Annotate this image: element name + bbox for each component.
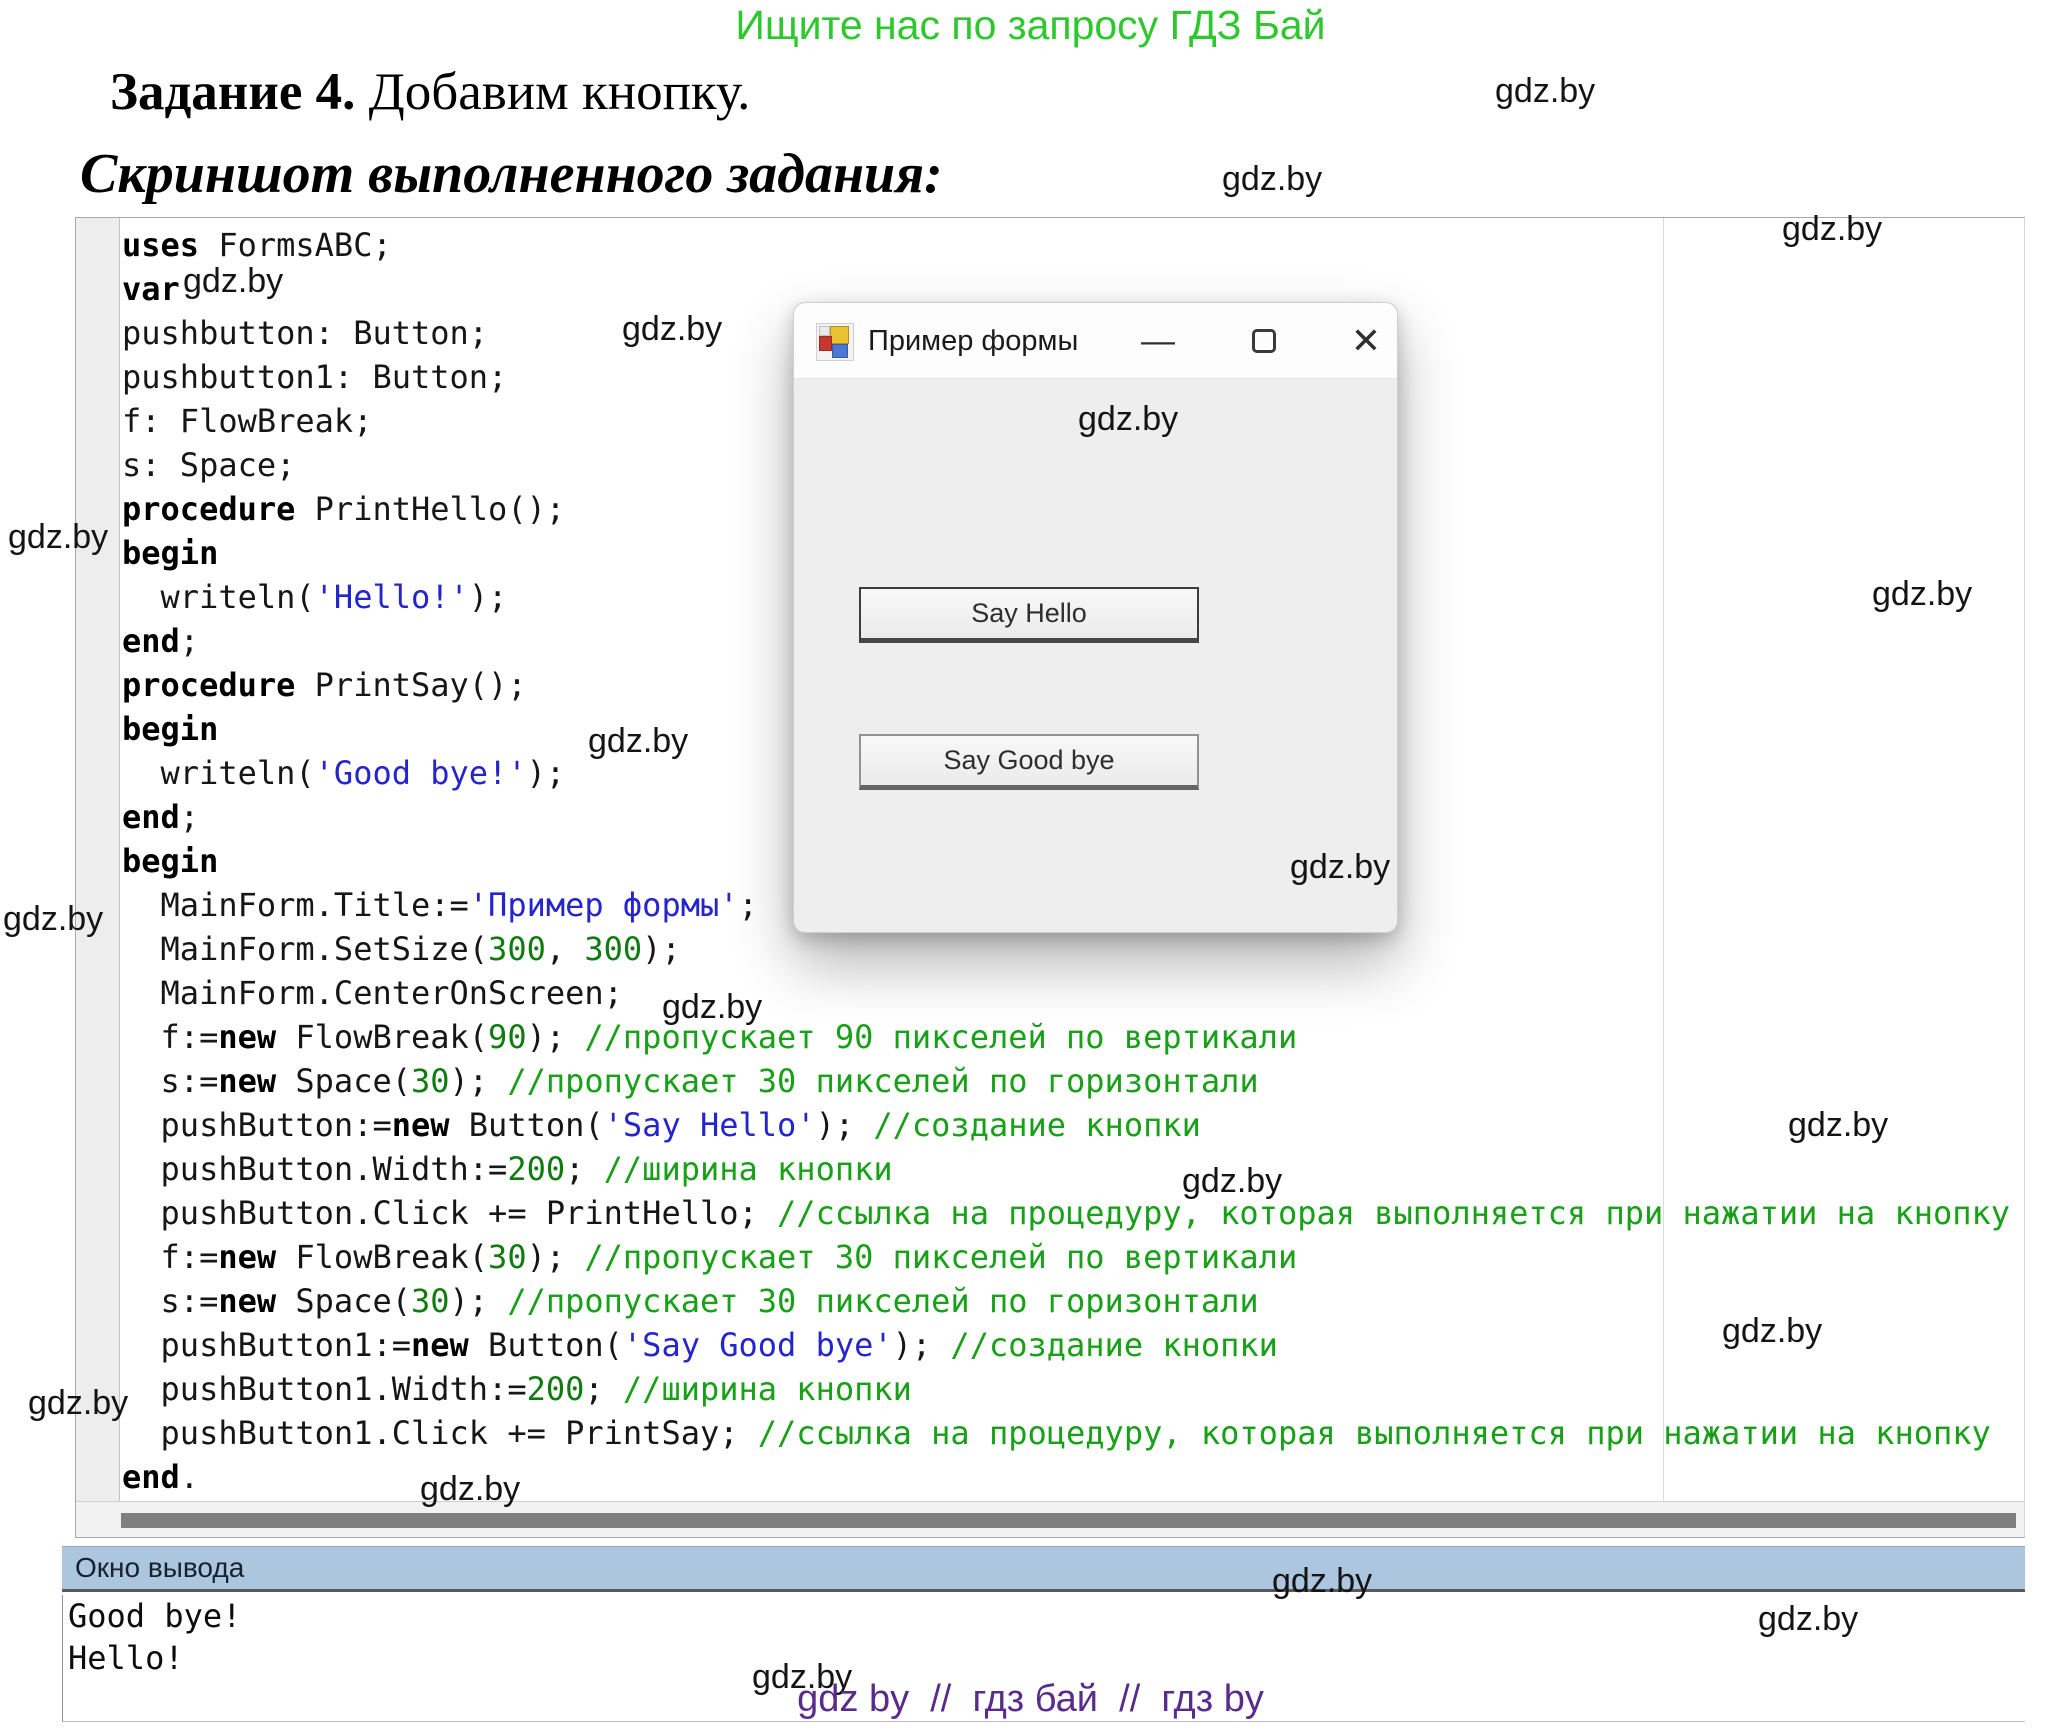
close-button[interactable]: ✕: [1342, 317, 1390, 365]
gdz-watermark: gdz.by: [1290, 848, 1390, 887]
code-line: uses FormsABC;: [122, 223, 2010, 267]
output-line: Good bye!: [68, 1595, 2025, 1637]
gdz-watermark: gdz.by: [588, 722, 688, 761]
form-window: Пример формы — ✕ Say Hello Say Good bye: [793, 302, 1398, 933]
code-line: MainForm.CenterOnScreen;: [122, 971, 2010, 1015]
form-window-title: Пример формы: [868, 325, 1078, 358]
code-line: s:=new Space(30); //пропускает 30 пиксел…: [122, 1059, 2010, 1103]
gdz-watermark: gdz.by: [183, 262, 283, 301]
scrollbar-thumb[interactable]: [121, 1513, 2016, 1528]
gdz-watermark: gdz.by: [1078, 400, 1178, 439]
gdz-watermark: gdz.by: [3, 900, 103, 939]
task-title: Задание 4. Добавим кнопку.: [110, 62, 750, 122]
gdz-watermark: gdz.by: [1782, 210, 1882, 249]
gdz-watermark: gdz.by: [622, 310, 722, 349]
code-line: pushButton.Click += PrintHello; //ссылка…: [122, 1191, 2010, 1235]
gdz-watermark: gdz.by: [1872, 575, 1972, 614]
gdz-watermark: gdz.by: [420, 1470, 520, 1509]
gdz-watermark: gdz.by: [1788, 1106, 1888, 1145]
task-number: Задание 4.: [110, 63, 355, 121]
gdz-watermark: gdz.by: [8, 518, 108, 557]
promo-banner: Ищите нас по запросу ГДЗ Бай: [0, 2, 2061, 49]
form-titlebar[interactable]: Пример формы — ✕: [794, 303, 1397, 379]
gdz-watermark: gdz.by: [1272, 1562, 1372, 1601]
code-line: pushButton1.Width:=200; //ширина кнопки: [122, 1367, 2010, 1411]
footer-watermark-line: gdz by // гдз бай // гдз by: [0, 1678, 2061, 1721]
code-line: pushButton.Width:=200; //ширина кнопки: [122, 1147, 2010, 1191]
close-icon: ✕: [1351, 320, 1381, 362]
gdz-watermark: gdz.by: [1722, 1312, 1822, 1351]
maximize-button[interactable]: [1240, 317, 1288, 365]
say-goodbye-button[interactable]: Say Good bye: [859, 734, 1199, 790]
output-window-title: Окно вывода: [75, 1552, 244, 1584]
horizontal-scrollbar[interactable]: [76, 1501, 2024, 1537]
gdz-watermark: gdz.by: [662, 988, 762, 1027]
code-line: f:=new FlowBreak(30); //пропускает 30 пи…: [122, 1235, 2010, 1279]
code-line: pushButton:=new Button('Say Hello'); //с…: [122, 1103, 2010, 1147]
gdz-watermark: gdz.by: [1222, 160, 1322, 199]
gdz-watermark: gdz.by: [28, 1384, 128, 1423]
say-hello-button[interactable]: Say Hello: [859, 587, 1199, 643]
gdz-watermark: gdz.by: [1495, 72, 1595, 111]
gdz-watermark: gdz.by: [1758, 1600, 1858, 1639]
maximize-icon: [1252, 329, 1276, 353]
code-line: pushButton1.Click += PrintSay; //ссылка …: [122, 1411, 2010, 1455]
task-name: Добавим кнопку.: [355, 63, 750, 121]
code-line: MainForm.SetSize(300, 300);: [122, 927, 2010, 971]
code-line: end.: [122, 1455, 2010, 1499]
output-window-header: Окно вывода: [62, 1546, 2025, 1592]
editor-gutter: [76, 218, 120, 1501]
code-line: f:=new FlowBreak(90); //пропускает 90 пи…: [122, 1015, 2010, 1059]
minimize-button[interactable]: —: [1134, 317, 1182, 365]
gdz-watermark: gdz.by: [1182, 1162, 1282, 1201]
form-app-icon: [816, 323, 854, 361]
output-line: Hello!: [68, 1637, 2025, 1679]
screenshot-subtitle: Скриншот выполненного задания:: [80, 142, 943, 206]
minimize-icon: —: [1141, 322, 1175, 361]
